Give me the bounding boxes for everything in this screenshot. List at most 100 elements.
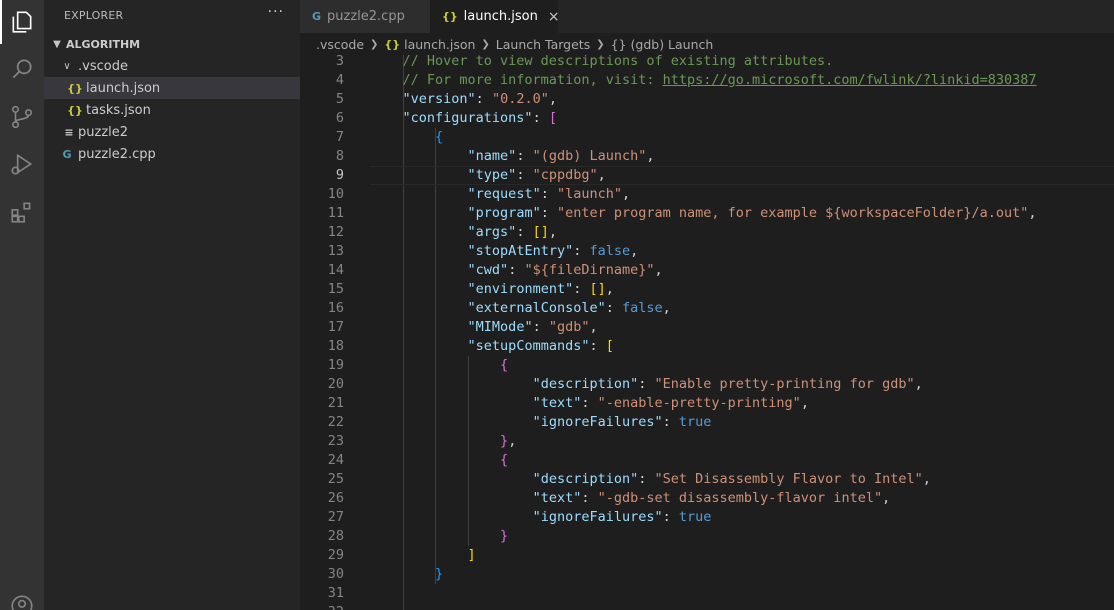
code-line[interactable]: 4 // For more information, visit: https:… (300, 71, 1114, 90)
line-code: "setupCommands": [ (370, 337, 614, 356)
code-token: , (622, 186, 631, 202)
account-icon[interactable] (0, 584, 44, 610)
explorer-sidebar: EXPLORER ··· ▼ ALGORITHM ∨ .vscode {} la… (44, 0, 300, 610)
line-code: // For more information, visit: https://… (370, 71, 1037, 90)
code-token: false (589, 243, 631, 259)
json-file-icon: {} (67, 81, 83, 95)
code-line[interactable]: 16 "externalConsole": false, (300, 299, 1114, 318)
code-line[interactable]: 27 "ignoreFailures": true (300, 508, 1114, 527)
code-line[interactable]: 20 "description": "Enable pretty-printin… (300, 375, 1114, 394)
json-file-icon: {} (384, 37, 401, 51)
code-line[interactable]: 7 { (300, 128, 1114, 147)
code-line[interactable]: 10 "request": "launch", (300, 185, 1114, 204)
tab-launch-json[interactable]: {} launch.json × (430, 0, 560, 33)
tree-label: launch.json (86, 80, 161, 96)
code-line[interactable]: 28 } (300, 527, 1114, 546)
code-line[interactable]: 18 "setupCommands": [ (300, 337, 1114, 356)
search-icon[interactable] (0, 47, 44, 91)
code-line[interactable]: 9 "type": "cppdbg", (300, 166, 1114, 185)
code-line[interactable]: 32 (300, 603, 1114, 610)
folder-algorithm[interactable]: ▼ ALGORITHM (44, 33, 300, 55)
folder-vscode[interactable]: ∨ .vscode (44, 55, 300, 77)
line-number: 29 (327, 547, 344, 563)
code-token: "stopAtEntry" (467, 243, 574, 259)
file-launch-json[interactable]: {} launch.json (44, 77, 300, 99)
code-editor[interactable]: 3 // Hover to view descriptions of exist… (300, 55, 1114, 610)
code-line[interactable]: 12 "args": [], (300, 223, 1114, 242)
code-line[interactable]: 6 "configurations": [ (300, 109, 1114, 128)
code-line[interactable]: 24 { (300, 451, 1114, 470)
code-token: , (548, 91, 557, 107)
line-number: 3 (335, 55, 344, 69)
code-token: , (1028, 205, 1037, 221)
code-line[interactable]: 3 // Hover to view descriptions of exist… (300, 55, 1114, 71)
code-token: { (500, 357, 509, 373)
code-line[interactable]: 19 { (300, 356, 1114, 375)
code-line[interactable]: 15 "environment": [], (300, 280, 1114, 299)
code-token: , (914, 376, 923, 392)
code-token: "version" (402, 91, 476, 107)
source-control-icon[interactable] (0, 95, 44, 139)
line-number: 9 (335, 167, 344, 183)
breadcrumb-item[interactable]: Launch Targets (496, 37, 590, 52)
code-token: , (508, 433, 517, 449)
file-puzzle2[interactable]: ≡ puzzle2 (44, 121, 300, 143)
breadcrumb-item[interactable]: launch.json (404, 37, 475, 52)
code-line[interactable]: 11 "program": "enter program name, for e… (300, 204, 1114, 223)
code-token: "Enable pretty-printing for gdb" (654, 376, 915, 392)
code-token: "MIMode" (467, 319, 533, 335)
code-token: , (597, 167, 606, 183)
code-line[interactable]: 5 "version": "0.2.0", (300, 90, 1114, 109)
run-debug-icon[interactable] (0, 142, 44, 186)
tab-puzzle2-cpp[interactable]: G puzzle2.cpp (300, 0, 430, 33)
more-actions-icon[interactable]: ··· (268, 4, 284, 20)
code-token: , (589, 319, 598, 335)
code-line[interactable]: 22 "ignoreFailures": true (300, 413, 1114, 432)
code-line[interactable]: 13 "stopAtEntry": false, (300, 242, 1114, 261)
code-token: "args" (467, 224, 517, 240)
code-line[interactable]: 14 "cwd": "${fileDirname}", (300, 261, 1114, 280)
line-number: 22 (327, 414, 344, 430)
close-icon[interactable]: × (548, 9, 560, 25)
code-token: , (800, 395, 809, 411)
code-line[interactable]: 26 "text": "-gdb-set disassembly-flavor … (300, 489, 1114, 508)
line-number: 26 (327, 490, 344, 506)
code-line[interactable]: 29 ] (300, 546, 1114, 565)
line-number: 30 (327, 566, 344, 582)
code-token: : (516, 224, 533, 240)
code-token: "launch" (556, 186, 622, 202)
code-token[interactable]: https://go.microsoft.com/fwlink/?linkid=… (663, 72, 1037, 88)
explorer-icon[interactable] (0, 0, 44, 44)
line-code: "text": "-enable-pretty-printing", (370, 394, 809, 413)
line-code: "cwd": "${fileDirname}", (370, 261, 663, 280)
code-token: : (532, 319, 549, 335)
code-line[interactable]: 8 "name": "(gdb) Launch", (300, 147, 1114, 166)
sidebar-title: EXPLORER (64, 9, 124, 22)
code-line[interactable]: 17 "MIMode": "gdb", (300, 318, 1114, 337)
code-token: ] (467, 547, 476, 563)
line-number: 11 (327, 205, 344, 221)
code-line[interactable]: 23 }, (300, 432, 1114, 451)
line-code: { (370, 128, 443, 147)
file-tasks-json[interactable]: {} tasks.json (44, 99, 300, 121)
code-line[interactable]: 21 "text": "-enable-pretty-printing", (300, 394, 1114, 413)
breadcrumb-item[interactable]: (gdb) Launch (631, 37, 714, 52)
code-line[interactable]: 30 } (300, 565, 1114, 584)
line-number: 24 (327, 452, 344, 468)
extensions-icon[interactable] (0, 190, 44, 234)
code-token: "enter program name, for example ${works… (556, 205, 1029, 221)
line-code: "description": "Set Disassembly Flavor t… (370, 470, 931, 489)
line-code: "text": "-gdb-set disassembly-flavor int… (370, 489, 891, 508)
breadcrumb-item[interactable]: .vscode (316, 37, 364, 52)
file-puzzle2-cpp[interactable]: G puzzle2.cpp (44, 143, 300, 165)
code-line[interactable]: 31 (300, 584, 1114, 603)
code-line[interactable]: 25 "description": "Set Disassembly Flavo… (300, 470, 1114, 489)
line-code: "environment": [], (370, 280, 614, 299)
code-token: : (532, 110, 549, 126)
